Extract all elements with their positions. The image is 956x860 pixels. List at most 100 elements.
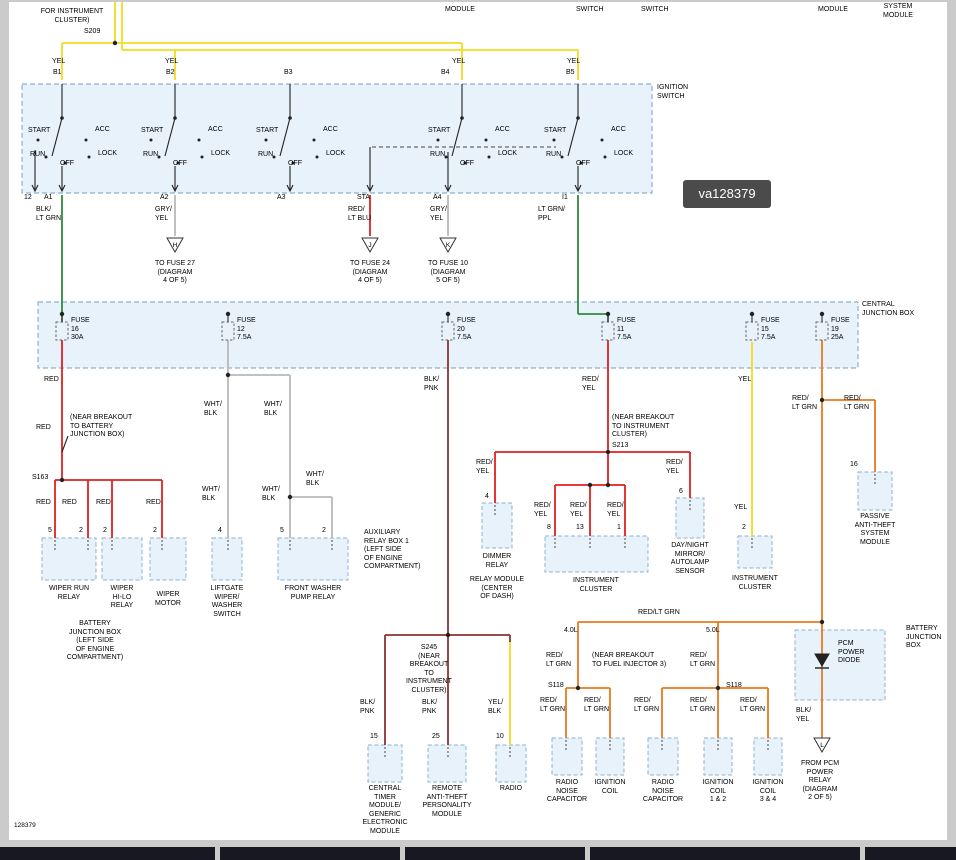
splice-s118-label: S118: [548, 682, 564, 691]
radio-noise-cap-2-box: [648, 738, 678, 775]
offpage-to-fuse-10: TO FUSE 10(DIAGRAM5 OF 5): [428, 260, 468, 286]
passive-antitheft-box: [858, 472, 892, 510]
fuse-word: FUSE: [71, 317, 90, 326]
pin-label: 1: [617, 524, 621, 533]
dimmer-relay-box: [482, 503, 512, 548]
pin-label: 2: [742, 524, 746, 533]
top-cut-module-label: MODULE: [818, 6, 848, 15]
taskbar-window[interactable]: [0, 847, 215, 860]
switch-pos-acc: ACC: [95, 126, 110, 135]
splice-s213-label: S213: [612, 442, 628, 451]
wire-color-label: RED/YEL: [582, 376, 599, 393]
fuse-11-label: FUSE117.5A: [617, 317, 636, 343]
component-label-ignition-coil-34: IGNITIONCOIL3 & 4: [752, 779, 783, 805]
switch-pos-lock: LOCK: [326, 150, 345, 159]
fuse-word: FUSE: [761, 317, 780, 326]
component-label-wiper-motor: WIPERMOTOR: [155, 591, 181, 608]
fuse-20-label: FUSE207.5A: [457, 317, 476, 343]
note-aux-relay-box: AUXILIARYRELAY BOX 1(LEFT SIDEOF ENGINEC…: [364, 529, 421, 572]
taskbar-window[interactable]: [865, 847, 956, 860]
ignition-switch-title: IGNITIONSWITCH: [657, 84, 688, 101]
pin-label: 16: [850, 461, 858, 470]
top-cut-module-label: MODULE: [445, 6, 475, 15]
switch-pos-lock: LOCK: [498, 150, 517, 159]
fuse-16-label: FUSE1630A: [71, 317, 90, 343]
taskbar-window[interactable]: [405, 847, 585, 860]
taskbar-window[interactable]: [590, 847, 860, 860]
switch-pos-acc: ACC: [208, 126, 223, 135]
fuse-12-label: FUSE127.5A: [237, 317, 256, 343]
switch-pos-start: START: [141, 127, 163, 136]
component-label-front-washer-relay: FRONT WASHERPUMP RELAY: [285, 585, 341, 602]
pin-label-b1: B1: [53, 69, 62, 78]
wire-color-label: YEL: [734, 504, 747, 513]
splice-s209-label: S209: [84, 28, 100, 37]
top-cut-switch-label: SWITCH: [641, 6, 669, 15]
component-label-wiper-hilo-relay: WIPERHI-LORELAY: [111, 585, 134, 611]
pin-label: 4: [485, 493, 489, 502]
wire-color-label: RED/YEL: [476, 459, 493, 476]
pin-label: 5: [48, 527, 52, 536]
pin-label: 2: [103, 527, 107, 536]
wiper-hilo-relay-box: [102, 538, 142, 580]
pin-label-a1: A1: [44, 194, 53, 203]
fuse-amp: 7.5A: [617, 334, 636, 343]
wiper-motor-box: [150, 538, 186, 580]
diagram-id-badge: va128379: [683, 180, 771, 208]
switch-pos-run: RUN: [143, 151, 158, 160]
instrument-cluster-2-box: [738, 536, 772, 568]
switch-pos-lock: LOCK: [614, 150, 633, 159]
wire-color-label: RED/YEL: [607, 502, 624, 519]
splice-s163-note: (NEAR BREAKOUTTO BATTERYJUNCTION BOX): [70, 414, 132, 440]
splice-s118-note: (NEAR BREAKOUTTO FUEL INJECTOR 3): [592, 652, 666, 669]
component-label-remote-antitheft: REMOTEANTI-THEFTPERSONALITYMODULE: [422, 785, 471, 819]
component-label-radio: RADIO: [500, 785, 522, 794]
ignition-switch-box: [22, 84, 652, 193]
wire-color-label: WHT/BLK: [202, 486, 220, 503]
component-label-radio-noise-cap-1: RADIONOISECAPACITOR: [547, 779, 587, 805]
switch-pos-off: OFF: [288, 160, 302, 169]
wire-color-label: WHT/BLK: [264, 401, 282, 418]
wire-color-label: RED: [36, 424, 51, 433]
wire-color-label: LT GRN/PPL: [538, 206, 565, 223]
splice-s163-label: S163: [32, 474, 48, 483]
note-relay-module: RELAY MODULE(CENTEROF DASH): [470, 576, 524, 602]
pin-label: 2: [322, 527, 326, 536]
switch-pos-start: START: [256, 127, 278, 136]
splice-s213-note: (NEAR BREAKOUTTO INSTRUMENTCLUSTER): [612, 414, 674, 440]
taskbar-window[interactable]: [220, 847, 400, 860]
wire-color-label: YEL/BLK: [488, 699, 503, 716]
wire-color-label: RED/LT BLU: [348, 206, 371, 223]
offpage-from-pcm-power-relay: FROM PCMPOWERRELAY(DIAGRAM2 OF 5): [801, 760, 839, 803]
pin-label-12: 12: [24, 194, 32, 203]
wire-color-label: RED/LT GRN: [638, 609, 680, 618]
pin-label: 2: [153, 527, 157, 536]
wire-color-label: RED/LT GRN: [792, 395, 817, 412]
component-label-central-timer: CENTRALTIMERMODULE/GENERICELECTRONICMODU…: [362, 785, 407, 836]
fuse-amp: 7.5A: [457, 334, 476, 343]
ignition-coil-12-box: [704, 738, 732, 775]
wire-color-label: WHT/BLK: [306, 471, 324, 488]
wire-color-label: RED: [44, 376, 59, 385]
wire-color-label: RED/LT GRN: [584, 697, 609, 714]
wire-color-label: YEL: [567, 58, 580, 67]
wire-color-label: BLK/PNK: [360, 699, 375, 716]
note-battery-junction-box-right: BATTERYJUNCTIONBOX: [906, 625, 941, 651]
switch-pos-acc: ACC: [611, 126, 626, 135]
pin-label-b3: B3: [284, 69, 293, 78]
offpage-to-fuse-24: TO FUSE 24(DIAGRAM4 OF 5): [350, 260, 390, 286]
switch-pos-off: OFF: [173, 160, 187, 169]
connector-l-label: L: [820, 742, 824, 749]
component-label-day-night-mirror: DAY/NIGHTMIRROR/AUTOLAMPSENSOR: [671, 542, 709, 576]
fuse-15-label: FUSE157.5A: [761, 317, 780, 343]
fuse-amp: 7.5A: [237, 334, 256, 343]
switch-pos-lock: LOCK: [98, 150, 117, 159]
central-timer-box: [368, 745, 402, 782]
switch-pos-acc: ACC: [323, 126, 338, 135]
fuse-num: 19: [831, 326, 850, 335]
cjb-title: CENTRALJUNCTION BOX: [862, 301, 914, 318]
top-cut-system-module-label: SYSTEMMODULE: [883, 3, 913, 20]
wire-color-label: RED/LT GRN: [540, 697, 565, 714]
document-number: 128379: [14, 822, 36, 829]
pin-label: 13: [576, 524, 584, 533]
